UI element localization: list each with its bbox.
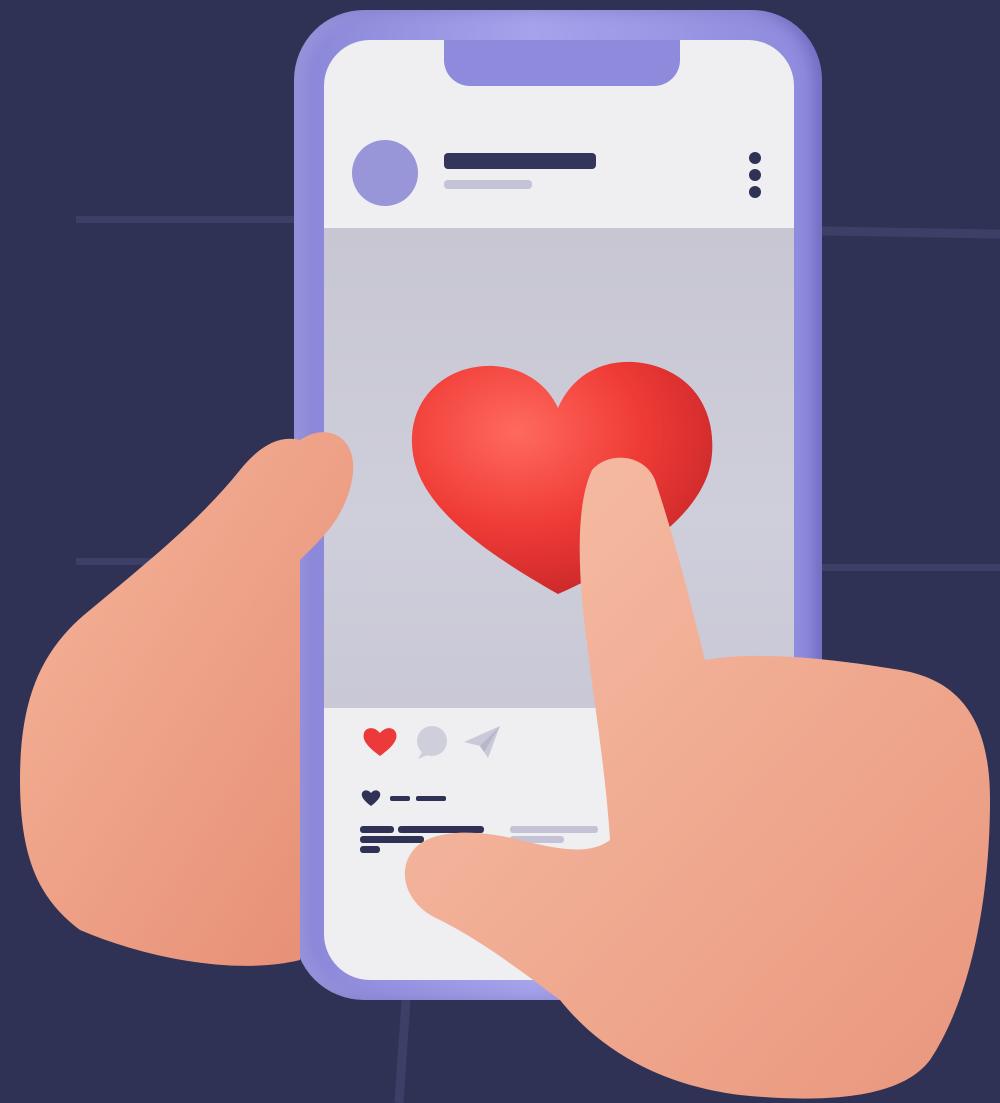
illustration-scene	[0, 0, 1000, 1103]
left-hand	[20, 432, 990, 1099]
